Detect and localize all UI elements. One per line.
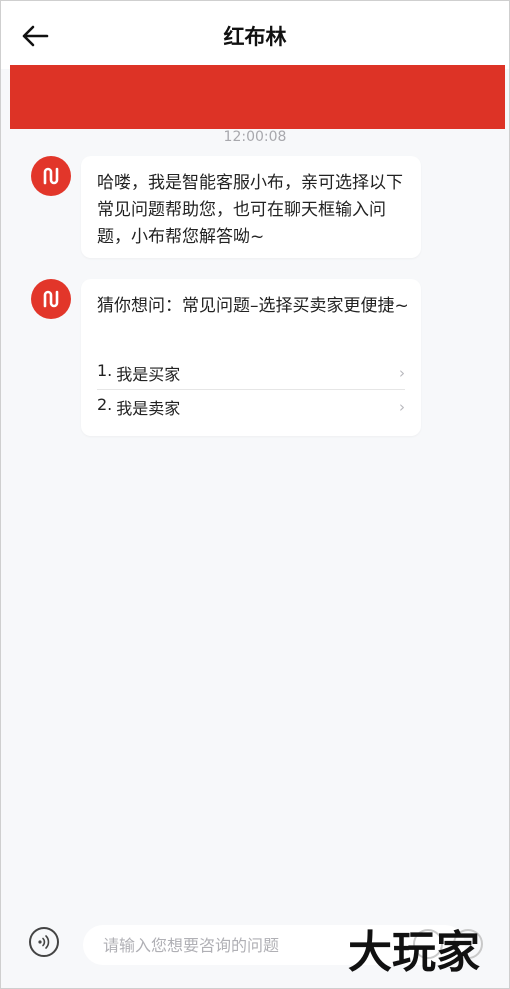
chat-bubble-greeting: 哈喽，我是智能客服小布，亲可选择以下常见问题帮助您，也可在聊天框输入问题，小布帮… <box>81 156 421 258</box>
message-text: 哈喽，我是智能客服小布，亲可选择以下常见问题帮助您，也可在聊天框输入问题，小布帮… <box>97 173 403 247</box>
option-number: 2. <box>97 394 113 414</box>
brand-logo-icon <box>43 167 59 185</box>
voice-icon <box>38 935 50 949</box>
app-screen: 红布林 12:00:08 哈喽，我是智能客服小布，亲可选择以下常见问题帮助您，也… <box>0 0 510 989</box>
message-timestamp: 12:00:08 <box>223 129 287 145</box>
faq-option-seller[interactable]: 2. 我是卖家 › <box>97 390 405 423</box>
voice-input-button[interactable] <box>29 927 59 957</box>
faq-option-buyer[interactable]: 1. 我是买家 › <box>97 356 405 390</box>
page-title: 红布林 <box>223 25 287 49</box>
top-nav-bar: 红布林 <box>1 1 509 69</box>
bot-avatar <box>31 279 71 319</box>
brand-logo-icon <box>43 290 59 308</box>
chevron-right-icon: › <box>399 363 405 382</box>
watermark-text: 大玩家 <box>348 927 480 978</box>
bot-avatar <box>31 156 71 196</box>
option-label: 我是卖家 <box>116 398 181 418</box>
message-text: 猜你想问：常见问题–选择买卖家更便捷~ <box>97 296 409 316</box>
promo-banner[interactable] <box>10 65 505 129</box>
chevron-right-icon: › <box>399 397 405 416</box>
option-number: 1. <box>97 360 113 380</box>
option-label: 我是买家 <box>116 364 181 384</box>
